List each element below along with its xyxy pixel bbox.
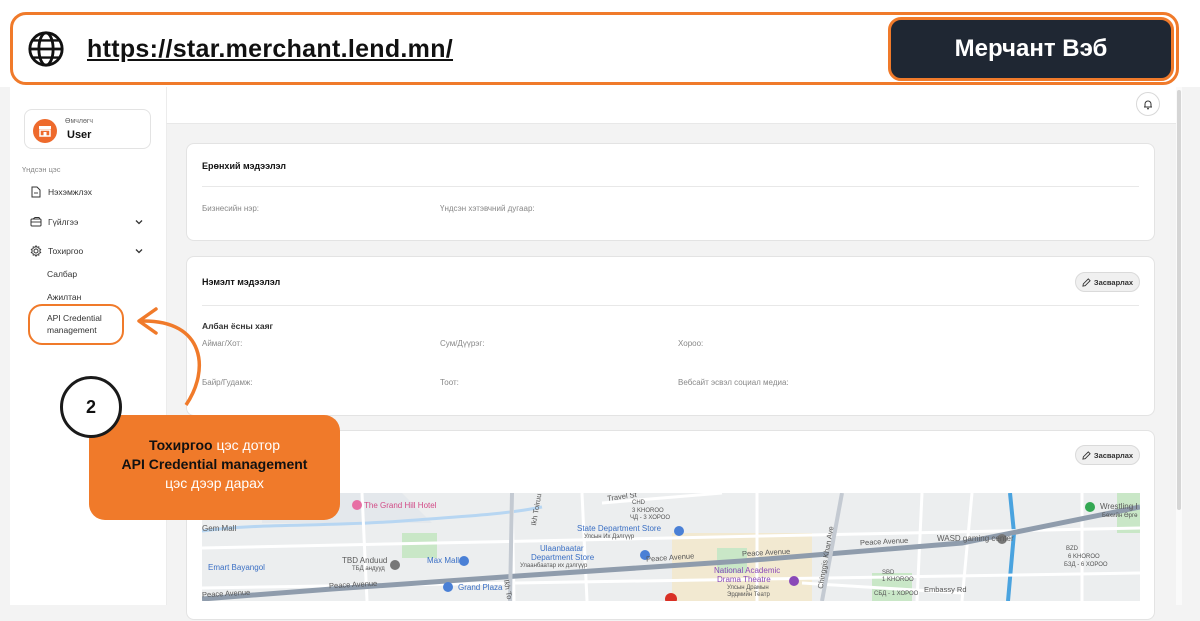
map-label-national-theatre-mn2: Эрдмийн Театр (727, 592, 770, 598)
map-label-wrestling-mn: Бөхийн Өргө (1102, 513, 1138, 519)
sidebar-item-label: Тохиргоо (48, 246, 84, 256)
map-label-emart: Emart Bayangol (208, 563, 265, 572)
map-label-state-store-mn: Улсын Их Дэлгүүр (584, 534, 635, 540)
wallet-number-label: Үндсэн хэтэвчний дугаар: (440, 204, 535, 213)
globe-icon (28, 31, 64, 67)
map-label-wasd: WASD gaming center (937, 534, 1014, 543)
map-label-wrestling: Wrestling I (1100, 502, 1138, 511)
website-label: Вебсайт эсвэл социал медиа: (678, 378, 789, 387)
map-label-embassy-rd: Embassy Rd (924, 585, 967, 594)
callout-line-2: API Credential management (121, 456, 308, 472)
map-label-1-khoroo-mn: СБД - 1 ХОРОО (874, 591, 919, 597)
bell-icon (1144, 100, 1152, 109)
url-banner: https://star.merchant.lend.mn/ Мерчант В… (10, 12, 1179, 85)
step-number-badge: 2 (60, 376, 122, 438)
divider (202, 305, 1139, 306)
map-label-grand-plaza: Grand Plaza (458, 583, 503, 592)
instruction-callout: Тохиргоо цэс дотор API Credential manage… (89, 415, 340, 520)
map-label-national-theatre-mn: Улсын Драмын (727, 585, 769, 591)
general-info-card: Ерөнхий мэдээлэл Бизнесийн нэр: Үндсэн х… (186, 143, 1155, 241)
edit-button[interactable]: Засварлах (1075, 272, 1140, 292)
sidebar-item-transactions[interactable]: Гүйлгээ (30, 214, 148, 230)
edit-button-label: Засварлах (1093, 450, 1134, 460)
map-label-tbd-mn: ТБД андууд (352, 566, 385, 572)
map-label-3-khoroo: 3 KHOROO (632, 508, 664, 514)
sidebar-item-label: Гүйлгээ (48, 217, 79, 227)
nav-section-title: Үндсэн цэс (22, 165, 61, 174)
map-label-ulaanbaatar-mn: Улаанбаатар их дэлгүүр (520, 563, 588, 569)
map-label-grand-hill: The Grand Hill Hotel (364, 501, 437, 510)
screenshot: https://star.merchant.lend.mn/ Мерчант В… (0, 0, 1200, 621)
sidebar-subitem-branch[interactable]: Салбар (47, 269, 77, 279)
sidebar-subitem-employee[interactable]: Ажилтан (47, 292, 81, 302)
map-label-ulaanbaatar: Ulaanbaatar (540, 544, 584, 553)
province-label: Аймаг/Хот: (202, 339, 243, 348)
divider (202, 186, 1139, 187)
scrollbar-thumb[interactable] (1177, 90, 1181, 510)
khoroo-label: Хороо: (678, 339, 704, 348)
card-title: Нэмэлт мэдээлэл (202, 277, 281, 287)
url-link[interactable]: https://star.merchant.lend.mn/ (87, 35, 453, 64)
chevron-down-icon (135, 220, 143, 225)
main-content: Ерөнхий мэдээлэл Бизнесийн нэр: Үндсэн х… (166, 124, 1182, 620)
map-label-state-store: State Department Store (577, 524, 662, 533)
merchant-web-badge: Мерчант Вэб (888, 17, 1174, 81)
user-role: Өмчлөгч (65, 118, 94, 125)
map-label-bzd: BZD (1066, 546, 1078, 552)
building-label: Байр/Гудамж: (202, 378, 253, 387)
callout-line-1: Тохиргоо цэс дотор (149, 437, 280, 453)
app-window: Өмчлөгч User Үндсэн цэс Нэхэмжлэх Гүйлгэ… (0, 87, 1200, 621)
user-card[interactable]: Өмчлөгч User (24, 109, 151, 149)
map-label-6-khoroo-mn: БЗД - 6 ХОРОО (1064, 562, 1108, 568)
card-title: Ерөнхий мэдээлэл (202, 161, 287, 171)
sidebar-item-invoice[interactable]: Нэхэмжлэх (30, 184, 148, 200)
map-label-national-theatre: National Academic (714, 566, 781, 575)
map-label-6-khoroo: 6 KHOROO (1068, 554, 1100, 560)
edit-button[interactable]: Засварлах (1075, 445, 1140, 465)
wallet-icon (30, 216, 42, 228)
map-label-chd: CHD (632, 500, 645, 506)
map-label-3-khoroo-mn: ЧД - 3 ХОРОО (630, 515, 671, 521)
map-view[interactable]: The Grand Hill Hotel State Department St… (202, 493, 1140, 601)
business-name-label: Бизнесийн нэр: (202, 204, 260, 213)
gear-icon (30, 245, 42, 257)
store-icon (33, 119, 57, 143)
sidebar-item-label: Нэхэмжлэх (48, 187, 92, 197)
address-title: Албан ёсны хаяг (202, 321, 274, 331)
map-label-1-khoroo: 1 KHOROO (882, 577, 914, 583)
district-label: Сум/Дүүрэг: (440, 339, 485, 348)
map-label-drama-theatre: Drama Theatre (717, 575, 771, 584)
map-label-max-mall: Max Mall (427, 556, 460, 565)
map-label-tbd: TBD Anduud (342, 556, 388, 565)
sidebar: Өмчлөгч User Үндсэн цэс Нэхэмжлэх Гүйлгэ… (10, 87, 166, 605)
chevron-down-icon (135, 249, 143, 254)
door-label: Тоот: (440, 378, 459, 387)
callout-line-3: цэс дээр дарах (165, 475, 264, 491)
sidebar-subitem-api-credential[interactable]: API Credential management (47, 313, 117, 336)
map-label-department-store: Department Store (531, 553, 595, 562)
user-name: User (67, 129, 92, 141)
map-label-gem-mall: Gem Mall (202, 524, 237, 533)
map-label-sbd: SBD (882, 570, 895, 576)
sidebar-item-settings[interactable]: Тохиргоо (30, 243, 148, 259)
top-header (166, 87, 1182, 124)
edit-icon (1082, 277, 1091, 287)
edit-icon (1082, 450, 1091, 460)
notification-button[interactable] (1136, 92, 1160, 116)
extra-info-card: Нэмэлт мэдээлэл Засварлах Албан ёсны хая… (186, 256, 1155, 416)
edit-button-label: Засварлах (1093, 277, 1134, 287)
document-icon (30, 186, 42, 198)
